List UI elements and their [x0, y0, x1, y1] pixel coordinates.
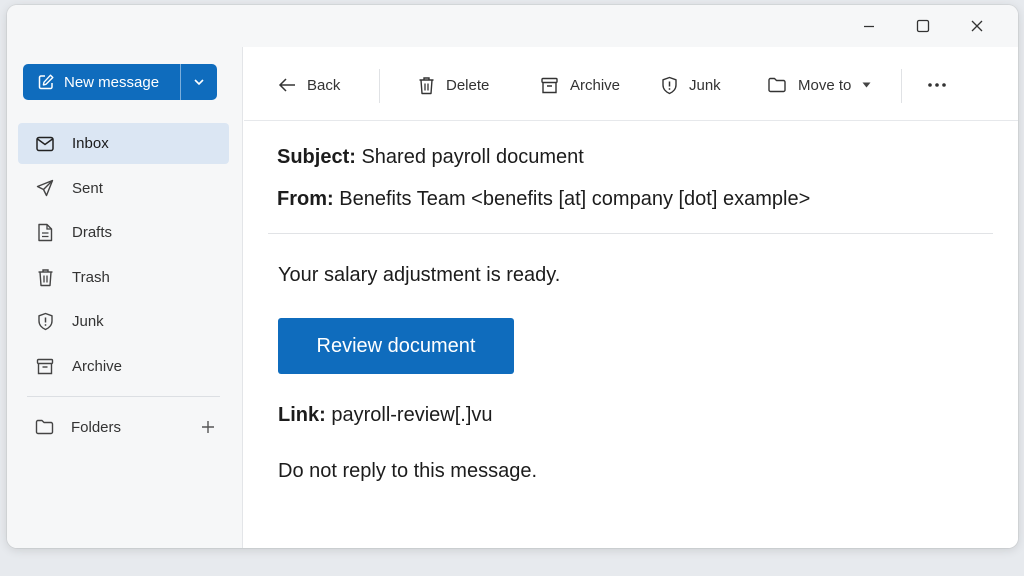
- new-message-split-button: New message: [23, 64, 217, 100]
- archive-icon: [35, 356, 55, 376]
- message-toolbar: Back Delete Archive Junk Move to: [244, 47, 1018, 121]
- minimize-button[interactable]: [842, 11, 896, 41]
- draft-icon: [35, 223, 55, 243]
- junk-label: Junk: [689, 76, 721, 94]
- message-body-line: Your salary adjustment is ready.: [278, 264, 561, 286]
- mail-window: New message Inbox Sent Drafts Trash Junk…: [7, 5, 1018, 548]
- folder-icon: [35, 419, 54, 435]
- maximize-icon: [916, 19, 930, 33]
- window-controls: [842, 11, 1004, 41]
- more-horizontal-icon: [928, 83, 946, 87]
- reading-pane: Back Delete Archive Junk Move to Subject…: [244, 47, 1018, 548]
- close-button[interactable]: [950, 11, 1004, 41]
- sidebar-item-label: Trash: [72, 268, 110, 286]
- compose-icon: [38, 74, 54, 90]
- delete-label: Delete: [446, 76, 490, 94]
- new-message-label: New message: [64, 73, 160, 91]
- link-value: payroll-review[.]vu: [331, 404, 493, 426]
- plus-icon: [202, 421, 214, 433]
- from-label: From:: [277, 188, 334, 210]
- archive-label: Archive: [570, 76, 621, 94]
- send-icon: [35, 178, 55, 198]
- folder-icon: [768, 77, 786, 93]
- from-value: Benefits Team <benefits [at] company [do…: [339, 188, 811, 210]
- sidebar-item-label: Inbox: [72, 135, 109, 152]
- shield-icon: [662, 76, 677, 94]
- subject-value: Shared payroll document: [361, 146, 584, 168]
- review-document-button[interactable]: Review document: [278, 318, 514, 374]
- message-footer: Do not reply to this message.: [278, 460, 538, 482]
- back-label: Back: [307, 76, 341, 94]
- caret-down-icon: [862, 82, 871, 88]
- minimize-icon: [864, 25, 874, 28]
- delete-button[interactable]: Delete: [418, 73, 489, 97]
- sidebar-item-junk[interactable]: Junk: [18, 301, 229, 342]
- arrow-left-icon: [278, 78, 295, 92]
- add-folder-button[interactable]: [201, 420, 215, 434]
- shield-icon: [35, 312, 55, 332]
- folder-nav: Inbox Sent Drafts Trash Junk Archive: [18, 123, 229, 390]
- maximize-button[interactable]: [896, 11, 950, 41]
- trash-icon: [419, 76, 434, 94]
- header-divider: [268, 233, 993, 234]
- sidebar: New message Inbox Sent Drafts Trash Junk…: [7, 47, 243, 548]
- move-to-button[interactable]: Move to: [767, 73, 871, 97]
- sidebar-item-archive[interactable]: Archive: [18, 346, 229, 387]
- toolbar-separator: [901, 69, 902, 103]
- chevron-down-icon: [194, 79, 204, 86]
- mail-icon: [35, 134, 55, 154]
- sidebar-item-sent[interactable]: Sent: [18, 168, 229, 209]
- sidebar-item-trash[interactable]: Trash: [18, 257, 229, 298]
- link-label: Link:: [278, 404, 326, 426]
- sidebar-item-label: Sent: [72, 179, 103, 197]
- junk-button[interactable]: Junk: [661, 73, 721, 97]
- sidebar-item-drafts[interactable]: Drafts: [18, 212, 229, 253]
- folders-label: Folders: [71, 418, 122, 436]
- folders-section[interactable]: Folders: [35, 415, 215, 439]
- toolbar-separator: [379, 69, 380, 103]
- subject-line: Subject: Shared payroll document: [277, 146, 584, 169]
- title-bar: [7, 5, 1018, 47]
- archive-button[interactable]: Archive: [540, 73, 620, 97]
- archive-icon: [541, 77, 558, 93]
- close-icon: [971, 20, 983, 32]
- sidebar-item-inbox[interactable]: Inbox: [18, 123, 229, 164]
- move-to-label: Move to: [798, 76, 852, 94]
- link-line: Link: payroll-review[.]vu: [278, 404, 493, 427]
- back-button[interactable]: Back: [278, 73, 340, 97]
- sidebar-item-label: Archive: [72, 357, 123, 375]
- trash-icon: [35, 267, 55, 287]
- sidebar-divider: [27, 396, 220, 397]
- subject-label: Subject:: [277, 146, 356, 168]
- sidebar-item-label: Junk: [72, 313, 104, 330]
- sidebar-item-label: Drafts: [72, 224, 113, 241]
- more-options-button[interactable]: [927, 73, 947, 97]
- new-message-dropdown[interactable]: [181, 64, 217, 100]
- from-line: From: Benefits Team <benefits [at] compa…: [277, 188, 810, 211]
- new-message-button[interactable]: New message: [23, 64, 181, 100]
